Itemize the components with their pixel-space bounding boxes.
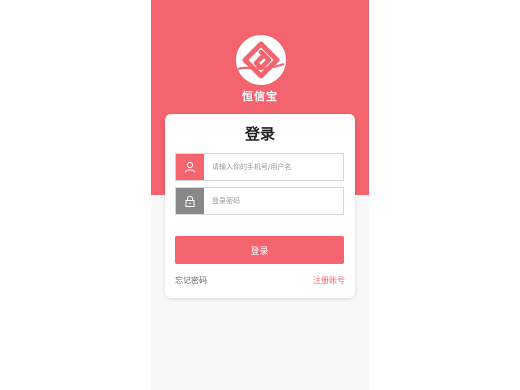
- login-button[interactable]: 登录: [175, 236, 344, 264]
- username-field[interactable]: [175, 153, 344, 181]
- login-screen: 恒信宝 登录 登录 忘记密码 注册账号: [151, 0, 369, 390]
- forgot-password-link[interactable]: 忘记密码: [175, 275, 207, 286]
- brand-name: 恒信宝: [242, 90, 278, 103]
- register-link[interactable]: 注册账号: [313, 275, 345, 286]
- password-field[interactable]: [175, 187, 344, 215]
- password-input[interactable]: [212, 188, 340, 214]
- login-title: 登录: [244, 125, 275, 143]
- user-icon: [176, 154, 204, 180]
- brand-logo-icon: [236, 35, 286, 85]
- lock-icon: [176, 188, 204, 214]
- username-input[interactable]: [212, 154, 340, 180]
- login-card: 登录 登录 忘记密码 注册账号: [165, 114, 355, 298]
